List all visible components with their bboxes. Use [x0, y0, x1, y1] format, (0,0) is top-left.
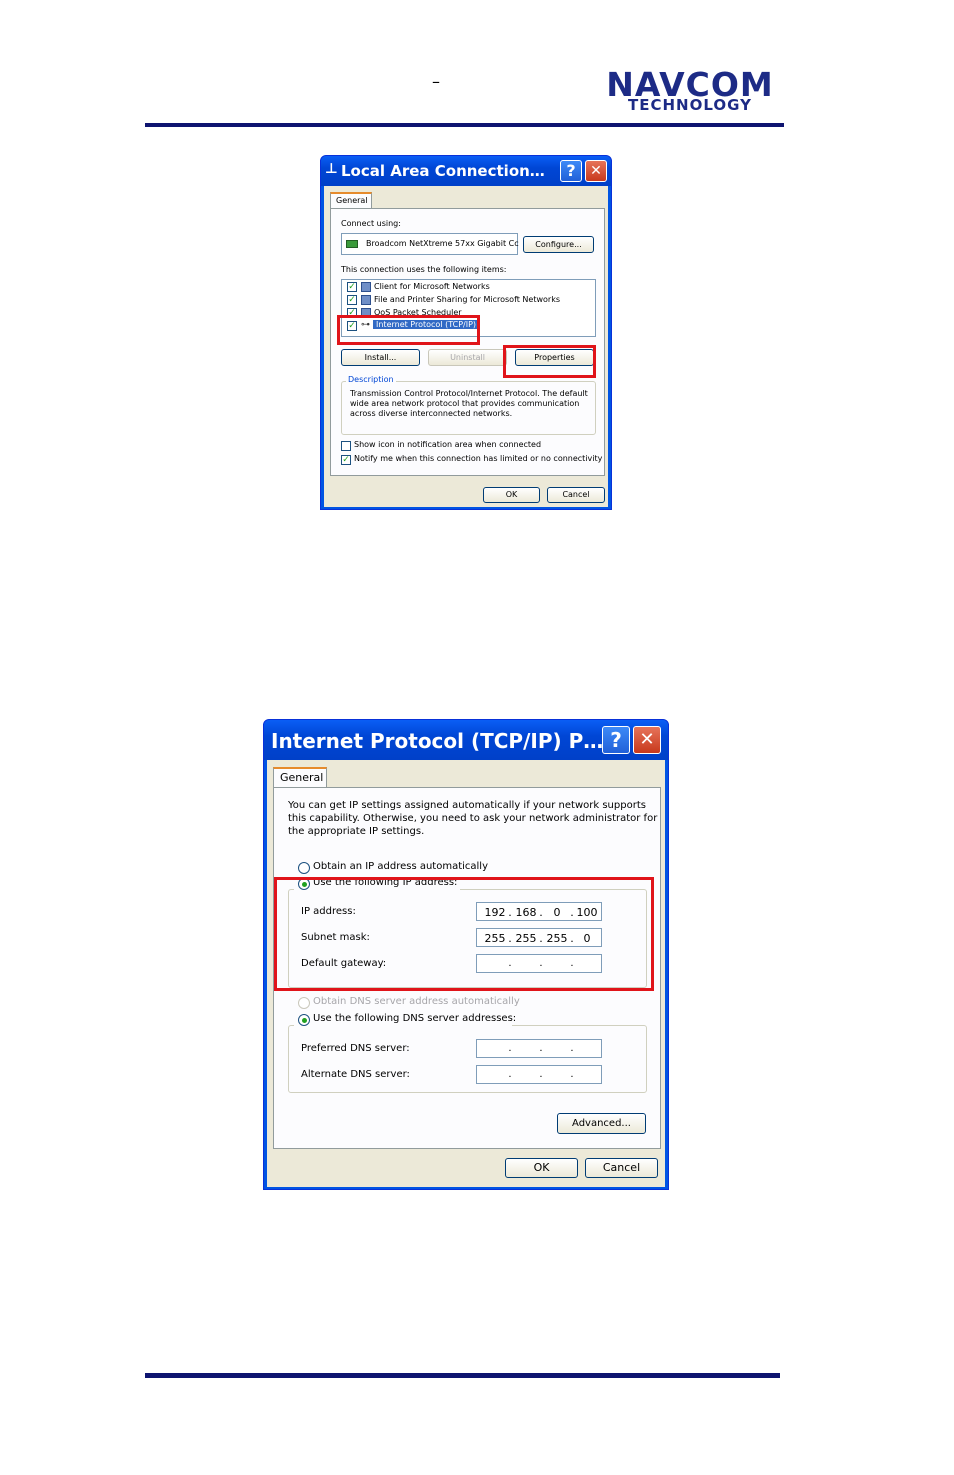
dot: . — [570, 1043, 574, 1054]
dot: . — [508, 1043, 512, 1054]
advanced-button[interactable]: Advanced... — [557, 1113, 646, 1134]
help-button[interactable]: ? — [560, 160, 582, 182]
intro-line-3: the appropriate IP settings. — [288, 826, 425, 837]
adapter-name: Broadcom NetXtreme 57xx Gigabit Cc — [366, 239, 519, 248]
network-card-icon — [346, 240, 358, 248]
tcp-title: Internet Protocol (TCP/IP) P… — [271, 729, 604, 753]
show-icon-checkbox[interactable]: ✓ — [341, 441, 351, 451]
tab-general[interactable]: General — [273, 767, 327, 787]
obtain-dns-label[interactable]: Obtain DNS server address automatically — [313, 996, 520, 1007]
notify-label: Notify me when this connection has limit… — [354, 454, 603, 463]
navcom-logo: NAVCOM TECHNOLOGY — [596, 68, 784, 113]
dot: . — [570, 1069, 574, 1080]
item-checkbox[interactable]: ✓ — [347, 282, 357, 292]
preferred-dns-field[interactable]: . . . — [476, 1039, 602, 1058]
tab-general[interactable]: General — [330, 192, 372, 208]
obtain-dns-radio[interactable] — [298, 997, 310, 1009]
list-item[interactable]: Client for Microsoft Networks — [374, 282, 490, 291]
client-icon — [361, 282, 371, 292]
highlight-properties — [503, 345, 596, 378]
install-button[interactable]: Install... — [341, 349, 420, 366]
help-button[interactable]: ? — [602, 726, 630, 754]
dot: . — [508, 1069, 512, 1080]
dns-group-legend: Use the following DNS server addresses: — [294, 1012, 516, 1028]
description-text: Transmission Control Protocol/Internet P… — [350, 389, 588, 418]
ok-button[interactable]: OK — [505, 1158, 578, 1178]
obtain-ip-label[interactable]: Obtain an IP address automatically — [313, 861, 488, 872]
intro-line-2: this capability. Otherwise, you need to … — [288, 813, 658, 824]
lac-title: Local Area Connection… — [341, 162, 545, 180]
dot: . — [539, 1043, 543, 1054]
header-rule — [145, 123, 784, 127]
preferred-dns-label: Preferred DNS server: — [301, 1043, 410, 1054]
network-icon: ⊥ — [325, 161, 338, 177]
dot: . — [539, 1069, 543, 1080]
ok-button[interactable]: OK — [483, 487, 540, 503]
items-label: This connection uses the following items… — [341, 265, 507, 274]
highlight-tcpip-item — [337, 315, 480, 345]
adapter-box: Broadcom NetXtreme 57xx Gigabit Cc — [341, 233, 519, 255]
description-label: Description — [346, 375, 396, 384]
alternate-dns-label: Alternate DNS server: — [301, 1069, 410, 1080]
item-checkbox[interactable]: ✓ — [347, 295, 357, 305]
list-item[interactable]: File and Printer Sharing for Microsoft N… — [374, 295, 560, 304]
use-dns-radio[interactable] — [298, 1014, 310, 1026]
highlight-ip-settings — [274, 877, 654, 991]
header-dash: – — [432, 72, 440, 91]
alternate-dns-field[interactable]: . . . — [476, 1065, 602, 1084]
obtain-ip-radio[interactable] — [298, 862, 310, 874]
printer-icon — [361, 295, 371, 305]
intro-line-1: You can get IP settings assigned automat… — [288, 800, 646, 811]
close-button[interactable]: ✕ — [585, 160, 607, 182]
cancel-button[interactable]: Cancel — [547, 487, 605, 503]
cancel-button[interactable]: Cancel — [585, 1158, 658, 1178]
close-button[interactable]: ✕ — [633, 726, 661, 754]
footer-rule — [145, 1373, 780, 1378]
connect-using-label: Connect using: — [341, 219, 401, 228]
uninstall-button[interactable]: Uninstall — [428, 349, 507, 366]
configure-button[interactable]: Configure... — [523, 236, 594, 253]
use-dns-label[interactable]: Use the following DNS server addresses: — [313, 1013, 516, 1024]
notify-checkbox[interactable]: ✓ — [341, 455, 351, 465]
show-icon-label: Show icon in notification area when conn… — [354, 440, 542, 449]
